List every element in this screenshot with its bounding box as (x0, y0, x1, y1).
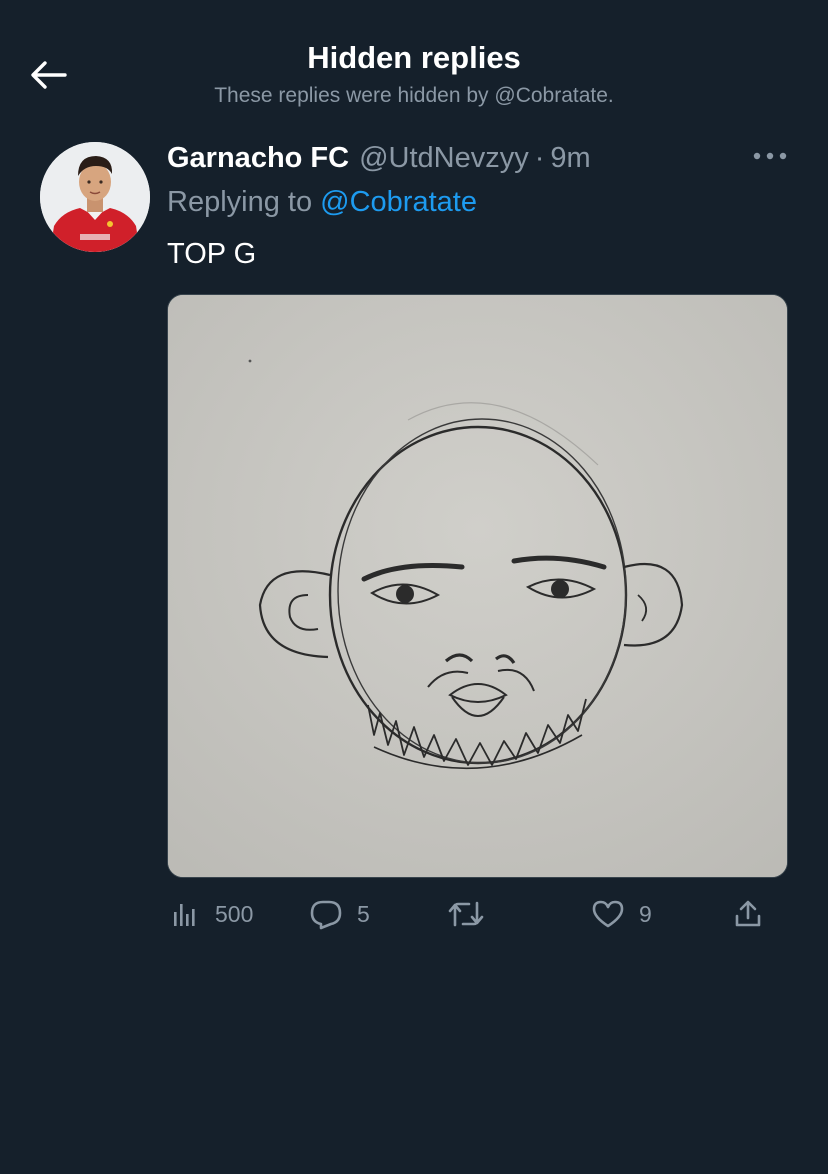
heart-icon (592, 900, 624, 928)
views-count: 500 (215, 900, 254, 927)
retweet-icon (448, 901, 484, 927)
more-options-button[interactable] (748, 146, 792, 166)
page-subtitle: These replies were hidden by @Cobratate. (214, 84, 614, 107)
replying-to-line: Replying to @Cobratate (167, 186, 477, 219)
avatar[interactable] (40, 142, 150, 252)
user-handle[interactable]: @UtdNevzyy (359, 142, 529, 175)
views-button[interactable]: 500 (171, 892, 253, 936)
more-horizontal-icon (753, 152, 787, 160)
replying-to-mention[interactable]: @Cobratate (320, 186, 477, 218)
like-button[interactable]: 9 (591, 892, 652, 936)
share-button[interactable] (733, 892, 763, 936)
reply-button[interactable]: 5 (309, 892, 370, 936)
reply-count: 5 (357, 900, 370, 927)
tweet-timestamp[interactable]: 9m (550, 142, 590, 175)
page-header: Hidden replies These replies were hidden… (0, 0, 828, 130)
face-sketch-image (168, 295, 787, 877)
retweet-button[interactable] (447, 892, 501, 936)
tweet-text: TOP G (167, 238, 257, 270)
like-count: 9 (639, 900, 652, 927)
display-name[interactable]: Garnacho FC (167, 142, 349, 175)
replying-prefix: Replying to (167, 186, 313, 218)
page-title: Hidden replies (307, 40, 521, 75)
reply-icon (310, 900, 342, 930)
share-icon (735, 900, 761, 927)
tweet-actions: 500 5 9 (167, 892, 788, 936)
avatar-image (40, 142, 150, 252)
separator-dot: · (534, 141, 545, 174)
tweet-header: Garnacho FC @UtdNevzyy · 9m (167, 140, 591, 176)
tweet-media-image[interactable] (167, 294, 788, 878)
analytics-icon (174, 904, 195, 926)
